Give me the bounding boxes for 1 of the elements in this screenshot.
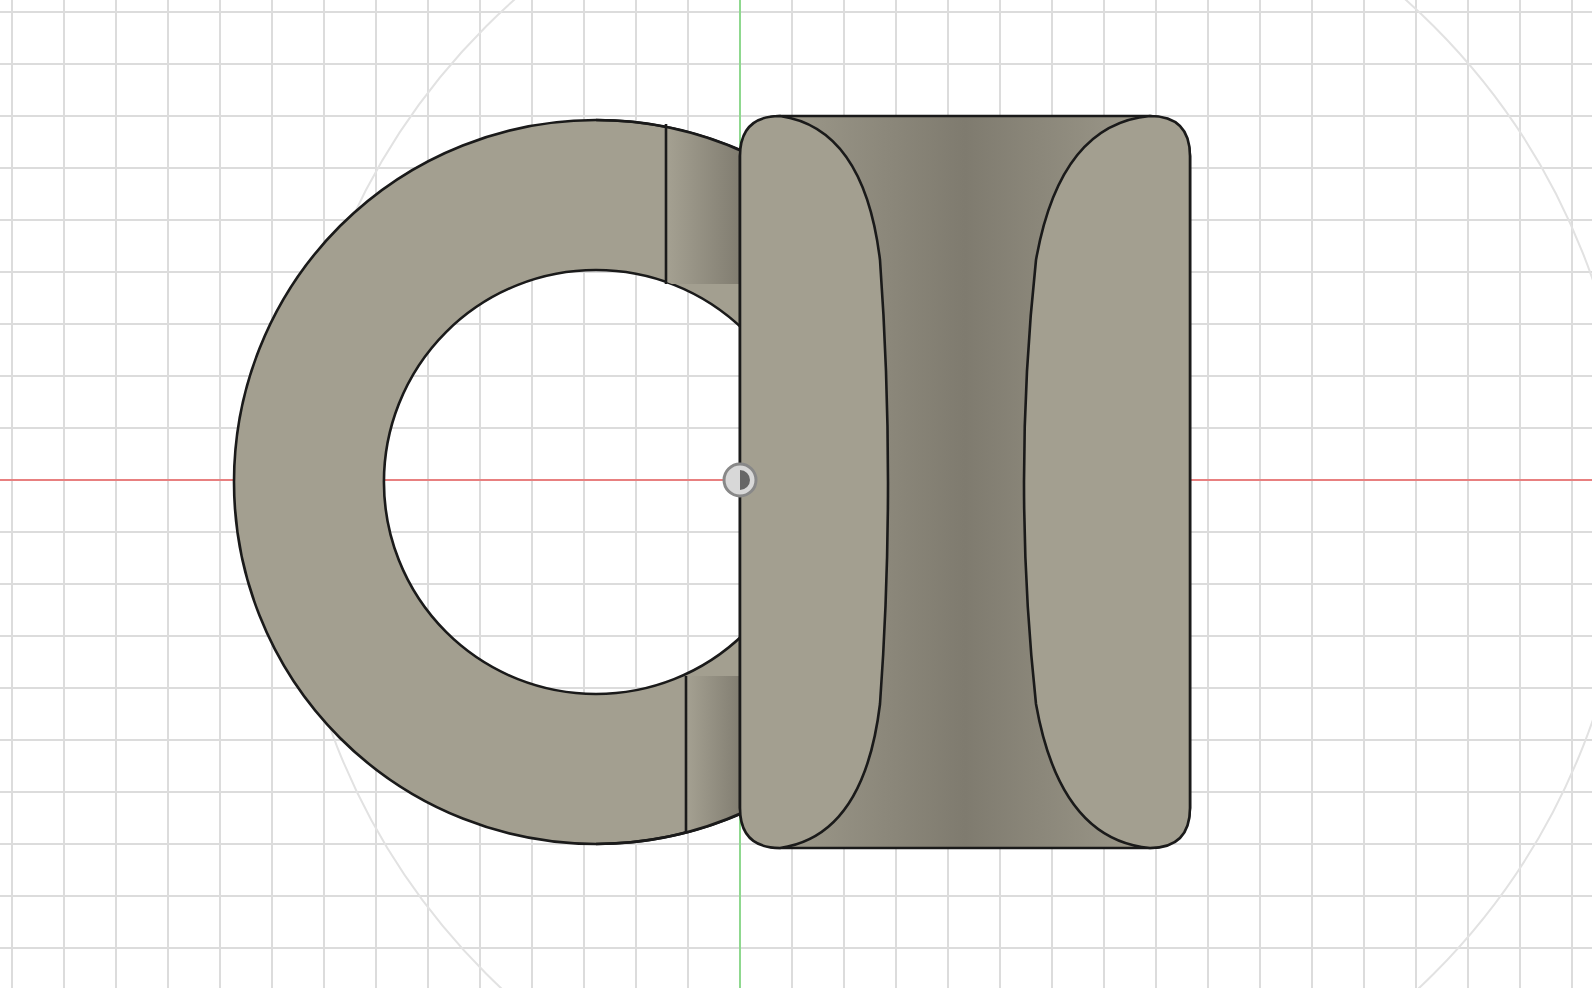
- origin-icon[interactable]: [722, 462, 758, 498]
